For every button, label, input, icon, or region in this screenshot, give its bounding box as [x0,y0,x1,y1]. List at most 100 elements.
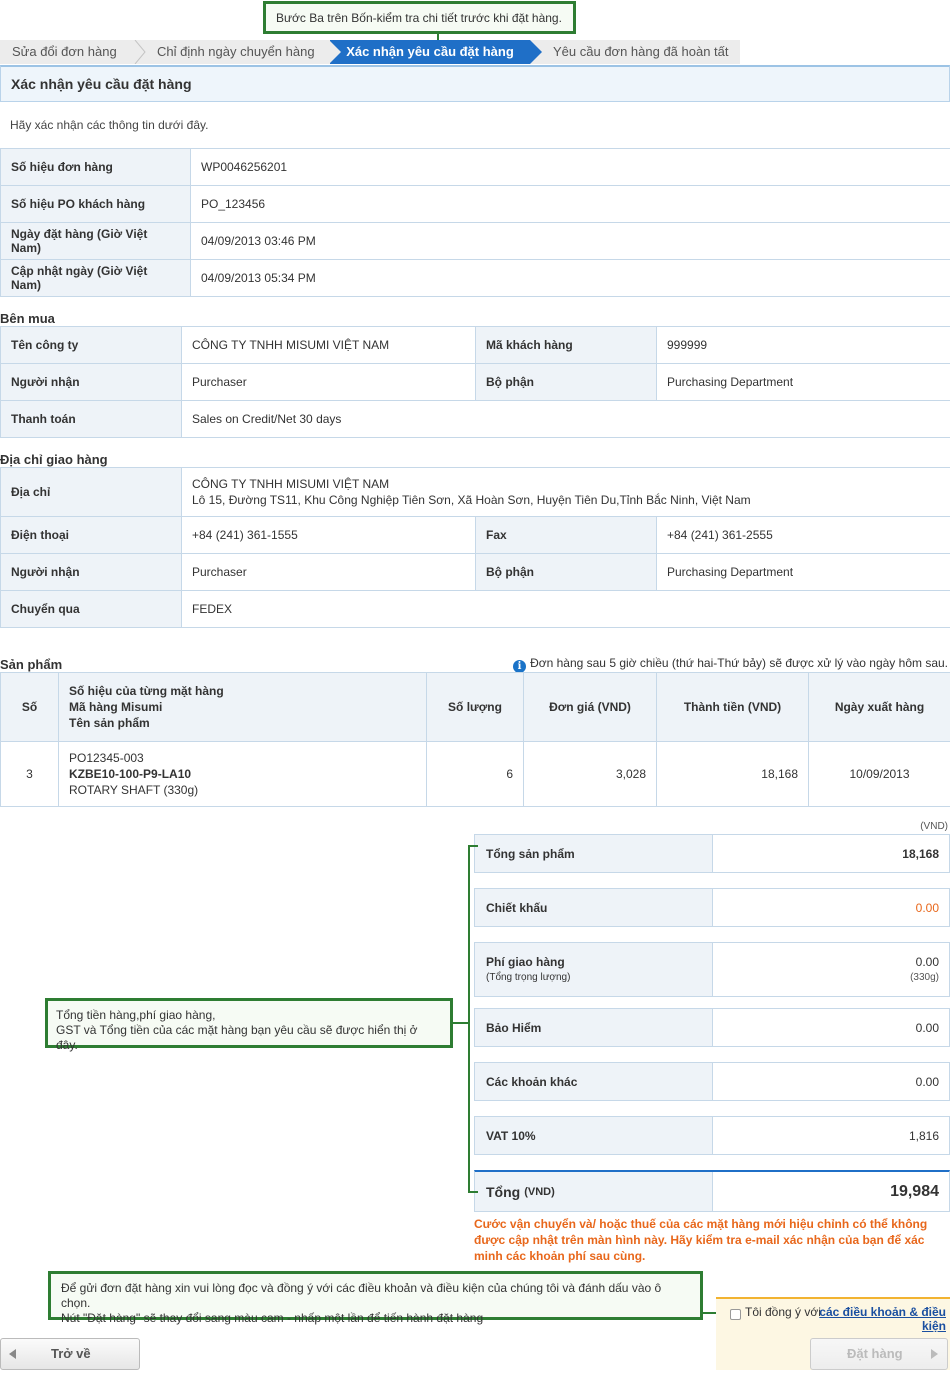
updated-date-label: Cập nhật ngày (Giờ Việt Nam) [0,259,191,297]
order-info-row: Số hiệu đơn hàng WP0046256201 [0,148,950,186]
summary-insurance-row: Bảo Hiểm 0.00 [474,1008,950,1047]
customer-code-value: 999999 [656,326,950,364]
shipping-weight-label: (Tổng trọng lượng) [486,972,571,983]
carrier-value: FEDEX [180,590,950,628]
totals-bracket-bottom [468,1191,478,1193]
total-value: 19,984 [890,1182,939,1200]
totals-tooltip-line-2: GST và Tổng tiền của các mặt hàng bạn yê… [56,1023,418,1052]
col-item-number: Số hiệu của từng mặt hàng [69,684,224,698]
terms-link[interactable]: các điều khoản & điều kiện [816,1305,946,1333]
row-qty: 6 [426,741,524,807]
page-title: Xác nhận yêu cầu đặt hàng [0,65,950,102]
updated-date-value: 04/09/2013 05:34 PM [190,259,950,297]
row-unit-price: 3,028 [523,741,657,807]
row-part-number: KZBE10-100-P9-LA10 [69,767,192,781]
row-item-number: PO12345-003 [69,751,144,765]
ship-recipient-label: Người nhận [0,553,182,591]
totals-tooltip-line-1: Tổng tiền hàng,phí giao hàng, [56,1008,216,1022]
buyer-department-label: Bộ phận [475,363,657,401]
order-info-table: Số hiệu đơn hàng WP0046256201 Số hiệu PO… [0,148,950,297]
totals-bracket-top [468,845,478,847]
total-label: Tổng (VND) [475,1172,713,1211]
products-table: Số Số hiệu của từng mặt hàng Mã hàng Mis… [0,672,950,807]
cutoff-notice-text: Đơn hàng sau 5 giờ chiều (thứ hai-Thứ bả… [530,656,948,670]
insurance-value: 0.00 [915,1020,939,1035]
checkout-steps: Sửa đổi đơn hàng Chỉ định ngày chuyển hà… [0,40,740,64]
fee-warning: Cước vận chuyển và/ hoặc thuế của các mặ… [474,1217,928,1263]
step-tooltip: Bước Ba trên Bốn-kiểm tra chi tiết trước… [263,1,576,34]
col-item: Số hiệu của từng mặt hàng Mã hàng Misumi… [58,672,427,742]
phone-label: Điện thoại [0,516,182,554]
order-tooltip-line-1: Để gửi đơn đặt hàng xin vui lòng đọc và … [61,1281,662,1310]
step-confirm-order: Xác nhận yêu cầu đặt hàng [330,40,530,64]
customer-po-value: PO_123456 [190,185,950,223]
summary-subtotal-row: Tổng sản phẩm 18,168 [474,834,950,873]
shipping-fee-value: 0.00 [915,955,939,969]
col-no: Số [0,672,59,742]
ship-department-value: Purchasing Department [655,553,950,591]
summary-vat-row: VAT 10% 1,816 [474,1116,950,1155]
step-separator-icon [329,40,341,64]
address-line-2: Lô 15, Đường TS11, Khu Công Nghiệp Tiên … [192,493,751,507]
products-heading: Sản phẩm [0,657,63,672]
order-tooltip: Để gửi đơn đặt hàng xin vui lòng đọc và … [48,1271,703,1325]
order-number-value: WP0046256201 [190,148,950,186]
buyer-recipient-value: Purchaser [181,363,476,401]
other-fees-value: 0.00 [915,1074,939,1089]
total-label-text: Tổng [486,1183,521,1200]
active-step-arrow-icon [530,40,542,64]
subtotal-value: 18,168 [902,846,939,861]
table-row: 3 PO12345-003 KZBE10-100-P9-LA10 ROTARY … [0,741,950,807]
address-line-1: CÔNG TY TNHH MISUMI VIỆT NAM [192,477,390,491]
col-product-name: Tên sản phẩm [69,716,150,730]
customer-po-label: Số hiệu PO khách hàng [0,185,191,223]
shipping-table: Địa chỉ CÔNG TY TNHH MISUMI VIỆT NAM Lô … [0,467,950,628]
vat-value: 1,816 [908,1128,939,1143]
address-value: CÔNG TY TNHH MISUMI VIỆT NAM Lô 15, Đườn… [180,467,950,517]
col-ship-date: Ngày xuất hàng [808,672,950,742]
fax-value: +84 (241) 361-2555 [655,516,950,554]
row-no: 3 [0,741,59,807]
step-modify-order[interactable]: Sửa đổi đơn hàng [12,40,117,64]
phone-value: +84 (241) 361-1555 [181,516,476,554]
shipping-fee-cell: 0.00 (330g) [713,943,949,996]
products-header-row: Số Số hiệu của từng mặt hàng Mã hàng Mis… [0,672,950,742]
total-unit: (VND) [524,1185,555,1198]
col-qty: Số lượng [426,672,524,742]
buyer-heading: Bên mua [0,311,55,326]
place-order-button[interactable]: Đặt hàng [810,1338,948,1370]
vat-label: VAT 10% [475,1117,713,1154]
col-unit-price: Đơn giá (VND) [523,672,657,742]
discount-value: 0.00 [915,900,939,915]
step-delivery-date[interactable]: Chỉ định ngày chuyển hàng [157,40,315,64]
shipping-fee-label: Phí giao hàng (Tổng trọng lượng) [475,943,713,996]
ship-recipient-value: Purchaser [181,553,476,591]
terms-checkbox[interactable] [730,1309,741,1320]
row-item: PO12345-003 KZBE10-100-P9-LA10 ROTARY SH… [58,741,427,807]
ship-department-label: Bộ phận [475,553,657,591]
col-amount: Thành tiền (VND) [656,672,809,742]
company-label: Tên công ty [0,326,182,364]
customer-code-label: Mã khách hàng [475,326,657,364]
intro-text: Hãy xác nhận các thông tin dưới đây. [10,118,209,132]
back-button[interactable]: Trở về [0,1338,140,1370]
row-amount: 18,168 [656,741,809,807]
order-tooltip-line-2: Nút "Đặt hàng" sẽ thay đổi sang màu cam … [61,1311,484,1325]
address-label: Địa chỉ [0,467,182,517]
totals-bracket [468,845,470,1193]
buyer-table: Tên công ty CÔNG TY TNHH MISUMI VIỆT NAM… [0,326,950,438]
shipping-weight-value: (330g) [910,972,939,983]
order-date-label: Ngày đặt hàng (Giờ Việt Nam) [0,222,191,260]
totals-tooltip: Tổng tiền hàng,phí giao hàng, GST và Tổn… [45,998,453,1052]
buyer-recipient-label: Người nhận [0,363,182,401]
summary-discount-row: Chiết khấu 0.00 [474,888,950,927]
shipping-heading: Địa chỉ giao hàng [0,452,108,467]
step-tooltip-text: Bước Ba trên Bốn-kiểm tra chi tiết trước… [276,11,562,25]
fax-label: Fax [475,516,657,554]
buyer-department-value: Purchasing Department [656,363,950,401]
summary-total-row: Tổng (VND) 19,984 [474,1170,950,1212]
insurance-label: Bảo Hiểm [475,1009,713,1046]
place-order-label: Đặt hàng [847,1346,903,1361]
arrow-right-icon [931,1349,938,1359]
step-separator-icon [134,40,146,64]
